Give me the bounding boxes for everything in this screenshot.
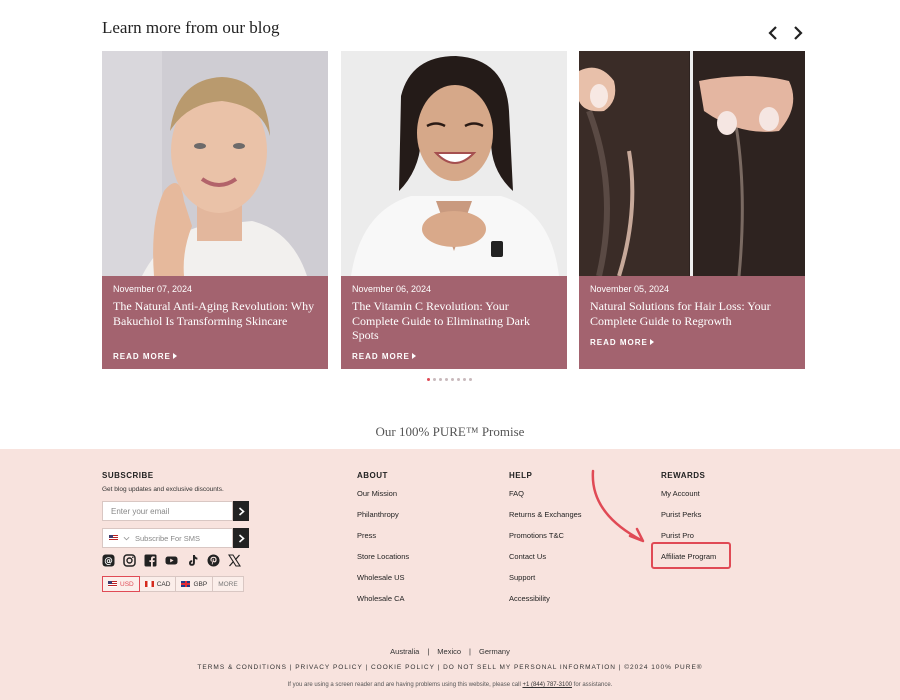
read-more-label: READ MORE	[590, 338, 648, 347]
ca-flag-icon	[144, 581, 154, 587]
subscribe-heading: SUBSCRIBE	[102, 471, 154, 480]
currency-selector: USD CAD GBP MORE	[102, 576, 244, 592]
email-input[interactable]: Enter your email	[102, 501, 233, 521]
pinterest-icon[interactable]	[207, 554, 220, 567]
footer-link-purist-pro[interactable]: Purist Pro	[661, 531, 694, 540]
email-submit-button[interactable]	[233, 501, 249, 521]
tiktok-icon[interactable]	[186, 554, 199, 567]
carousel-dot[interactable]	[457, 378, 460, 381]
blog-card[interactable]: November 06, 2024 The Vitamin C Revoluti…	[341, 51, 567, 369]
affiliate-program-highlight	[651, 542, 731, 569]
footer-link-philanthropy[interactable]: Philanthropy	[357, 510, 399, 519]
sms-input[interactable]: Subscribe For SMS	[102, 528, 233, 548]
read-more-link[interactable]: READ MORE	[590, 338, 654, 347]
us-flag-icon[interactable]	[109, 535, 118, 541]
caret-right-icon	[172, 353, 177, 359]
x-icon[interactable]	[228, 554, 241, 567]
caret-right-icon	[411, 353, 416, 359]
carousel-prev-button[interactable]	[763, 22, 783, 44]
carousel-dot[interactable]	[439, 378, 442, 381]
read-more-link[interactable]: READ MORE	[113, 352, 177, 361]
country-australia[interactable]: Australia	[390, 647, 419, 656]
a11y-prefix: If you are using a screen reader and are…	[287, 682, 521, 688]
read-more-label: READ MORE	[113, 352, 171, 361]
caret-right-icon	[649, 339, 654, 345]
currency-cad[interactable]: CAD	[138, 576, 177, 592]
footer-link-our-mission[interactable]: Our Mission	[357, 489, 397, 498]
currency-more[interactable]: MORE	[212, 576, 244, 592]
carousel-dot[interactable]	[445, 378, 448, 381]
promise-heading: Our 100% PURE™ Promise	[375, 424, 525, 439]
currency-usd[interactable]: USD	[102, 576, 140, 592]
instagram-icon[interactable]	[123, 554, 136, 567]
blog-card-image[interactable]	[102, 51, 328, 276]
subscribe-description: Get blog updates and exclusive discounts…	[102, 486, 224, 493]
blog-card-title[interactable]: The Vitamin C Revolution: Your Complete …	[352, 299, 557, 343]
chevron-left-icon	[768, 26, 777, 40]
country-germany[interactable]: Germany	[479, 647, 510, 656]
facebook-icon[interactable]	[144, 554, 157, 567]
footer-link-wholesale-ca[interactable]: Wholesale CA	[357, 594, 405, 603]
blog-card-date: November 06, 2024	[352, 284, 432, 294]
a11y-suffix: for assistance.	[573, 682, 613, 688]
footer-link-contact[interactable]: Contact Us	[509, 552, 546, 561]
blog-card-image[interactable]	[341, 51, 567, 276]
carousel-dot[interactable]	[463, 378, 466, 381]
help-heading: HELP	[509, 471, 533, 480]
blog-card-date: November 05, 2024	[590, 284, 670, 294]
youtube-icon[interactable]	[165, 554, 178, 567]
blog-card-date: November 07, 2024	[113, 284, 193, 294]
footer-link-purist-perks[interactable]: Purist Perks	[661, 510, 701, 519]
currency-label: USD	[120, 580, 134, 588]
carousel-pagination	[427, 378, 472, 381]
read-more-label: READ MORE	[352, 352, 410, 361]
rewards-heading: REWARDS	[661, 471, 706, 480]
blog-section-title: Learn more from our blog	[102, 18, 280, 37]
currency-gbp[interactable]: GBP	[175, 576, 214, 592]
blog-card[interactable]: November 07, 2024 The Natural Anti-Aging…	[102, 51, 328, 369]
footer-link-accessibility[interactable]: Accessibility	[509, 594, 550, 603]
carousel-dot[interactable]	[427, 378, 430, 381]
social-links: @	[102, 554, 241, 567]
about-heading: ABOUT	[357, 471, 388, 480]
currency-label: GBP	[193, 580, 208, 588]
us-flag-icon	[108, 581, 117, 587]
footer-link-promotions[interactable]: Promotions T&C	[509, 531, 564, 540]
blog-card-title[interactable]: Natural Solutions for Hair Loss: Your Co…	[590, 299, 795, 328]
chevron-right-icon	[794, 26, 803, 40]
footer-link-my-account[interactable]: My Account	[661, 489, 700, 498]
svg-text:@: @	[104, 557, 113, 567]
a11y-phone-link[interactable]: +1 (844) 787-3100	[522, 682, 572, 688]
sms-submit-button[interactable]	[233, 528, 249, 548]
footer-link-returns[interactable]: Returns & Exchanges	[509, 510, 582, 519]
accessibility-notice: If you are using a screen reader and are…	[0, 682, 900, 688]
currency-label: CAD	[156, 580, 171, 588]
chevron-right-icon	[238, 506, 245, 516]
currency-label: MORE	[218, 580, 238, 588]
carousel-dot[interactable]	[451, 378, 454, 381]
country-mexico[interactable]: Mexico	[437, 647, 461, 656]
blog-card[interactable]: November 05, 2024 Natural Solutions for …	[579, 51, 805, 369]
threads-icon[interactable]: @	[102, 554, 115, 567]
carousel-dot[interactable]	[469, 378, 472, 381]
footer-link-wholesale-us[interactable]: Wholesale US	[357, 573, 405, 582]
sms-placeholder: Subscribe For SMS	[135, 533, 201, 543]
footer-link-press[interactable]: Press	[357, 531, 376, 540]
footer-link-store-locations[interactable]: Store Locations	[357, 552, 409, 561]
blog-card-image[interactable]	[579, 51, 805, 276]
carousel-next-button[interactable]	[788, 22, 808, 44]
footer-link-faq[interactable]: FAQ	[509, 489, 524, 498]
country-links: Australia | Mexico | Germany	[390, 647, 510, 656]
read-more-link[interactable]: READ MORE	[352, 352, 416, 361]
chevron-right-icon	[238, 533, 245, 543]
gb-flag-icon	[181, 581, 191, 587]
legal-links[interactable]: TERMS & CONDITIONS | PRIVACY POLICY | CO…	[0, 664, 900, 671]
footer-link-support[interactable]: Support	[509, 573, 535, 582]
carousel-dot[interactable]	[433, 378, 436, 381]
annotation-arrow-icon	[591, 469, 645, 543]
blog-card-title[interactable]: The Natural Anti-Aging Revolution: Why B…	[113, 299, 318, 328]
chevron-down-icon[interactable]	[123, 536, 130, 541]
